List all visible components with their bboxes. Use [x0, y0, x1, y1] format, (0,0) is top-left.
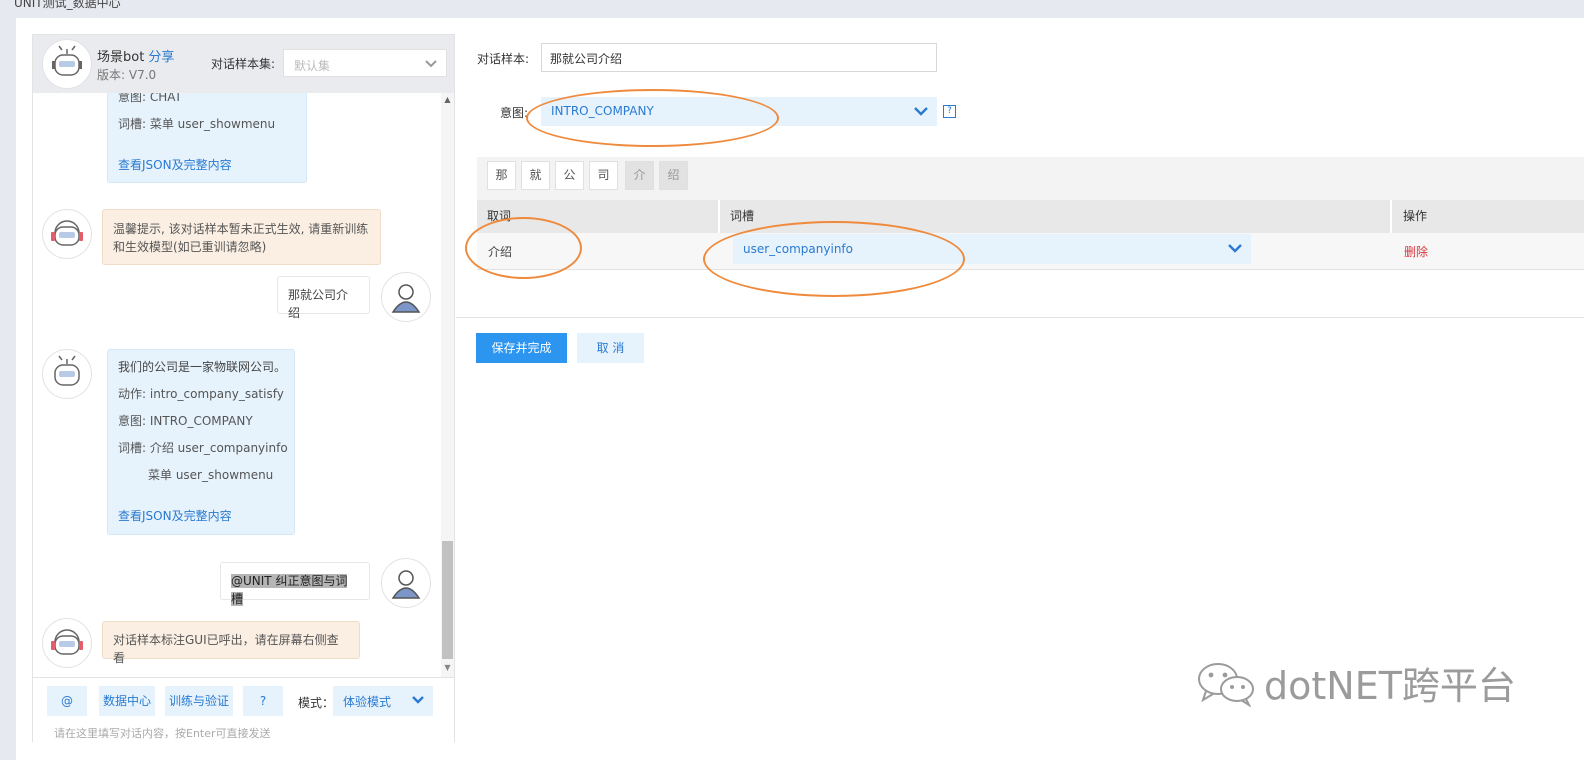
view-json-link[interactable]: 查看JSON及完整内容	[118, 503, 284, 530]
system-tip: 对话样本标注GUI已呼出，请在屏幕右侧查看	[102, 621, 360, 665]
char-selector: 那 就 公 司 介 绍	[477, 157, 1584, 200]
data-center-button[interactable]: 数据中心	[99, 686, 155, 716]
train-validate-button[interactable]: 训练与验证	[165, 686, 233, 716]
char-token-selected[interactable]: 绍	[659, 161, 688, 190]
sample-set-select[interactable]: 默认集	[283, 49, 447, 77]
table-row: 介绍 user_companyinfo 删除	[477, 233, 1584, 270]
bot-avatar	[42, 349, 92, 399]
user-message: 那就公司介绍	[277, 276, 370, 320]
bot-avatar	[42, 39, 92, 89]
char-token[interactable]: 就	[521, 161, 550, 190]
tip-line: 和生效模型(如已重训请忽略)	[113, 240, 267, 254]
char-token[interactable]: 司	[589, 161, 618, 190]
chevron-down-icon	[412, 696, 424, 704]
intent-line: 意图: INTRO_COMPANY	[118, 414, 253, 428]
watermark-text: dotNET跨平台	[1264, 664, 1516, 708]
bot-message: 我们的公司是一家物联网公司。 动作: intro_company_satisfy…	[107, 349, 295, 535]
annotation-oval	[465, 217, 582, 279]
divider	[456, 317, 1584, 318]
sample-input[interactable]: 那就公司介绍	[541, 43, 937, 72]
sample-label: 对话样本:	[477, 52, 530, 66]
user-message: @UNIT 纠正意图与词槽	[220, 562, 370, 606]
user-icon	[391, 570, 421, 599]
delete-link[interactable]: 删除	[1404, 243, 1428, 260]
bot-name: 场景bot 分享	[97, 50, 175, 65]
reply-line: 我们的公司是一家物联网公司。	[118, 360, 287, 374]
annotation-panel: 对话样本: 那就公司介绍 意图: INTRO_COMPANY ? 那 就 公 司…	[456, 18, 1584, 760]
chat-footer: @ 数据中心 训练与验证 ? 模式： 体验模式 请在这里填写对话内容，按Ente…	[33, 677, 454, 743]
slot-line: 词槽: 菜单 user_showmenu	[118, 117, 276, 131]
system-tip: 温馨提示, 该对话样本暂未正式生效, 请重新训练 和生效模型(如已重训请忽略)	[102, 209, 381, 265]
share-link[interactable]: 分享	[148, 50, 174, 65]
user-avatar	[381, 272, 431, 322]
scroll-down-icon[interactable]: ▼	[443, 663, 452, 673]
action-line: 动作: intro_company_satisfy	[118, 387, 284, 401]
robot-icon	[51, 629, 83, 655]
mode-label: 模式：	[298, 696, 335, 710]
at-button[interactable]: @	[47, 686, 87, 716]
chat-header: 场景bot 分享 版本: V7.0 对话样本集: 默认集	[33, 35, 454, 93]
robot-icon	[51, 220, 83, 246]
sample-set-label: 对话样本集:	[211, 57, 276, 71]
bot-version: 版本: V7.0	[97, 68, 157, 82]
intent-label: 意图:	[500, 106, 529, 120]
window-title: UNIT测试_数据中心	[14, 0, 121, 10]
help-button[interactable]: ?	[243, 686, 283, 716]
cancel-button[interactable]: 取 消	[577, 333, 644, 363]
save-complete-button[interactable]: 保存并完成	[476, 333, 567, 363]
slot-line: 菜单 user_showmenu	[148, 468, 274, 482]
chevron-down-icon	[425, 60, 437, 68]
mode-select[interactable]: 体验模式	[333, 686, 433, 716]
chat-panel: 场景bot 分享 版本: V7.0 对话样本集: 默认集 意图: CHAT 词槽:…	[32, 34, 455, 743]
intent-line: 意图: CHAT	[118, 93, 182, 104]
user-icon	[391, 284, 421, 313]
wechat-icon	[1198, 662, 1254, 707]
slot-line: 词槽: 介绍 user_companyinfo	[118, 441, 288, 455]
col-action: 操作	[1403, 209, 1428, 223]
char-token[interactable]: 公	[555, 161, 584, 190]
bot-avatar	[42, 618, 92, 668]
char-token[interactable]: 那	[487, 161, 516, 190]
annotation-oval	[526, 89, 779, 147]
help-icon[interactable]: ?	[943, 105, 956, 118]
user-avatar	[381, 558, 431, 608]
scroll-thumb[interactable]	[442, 541, 453, 659]
chevron-down-icon	[1228, 244, 1242, 253]
watermark: dotNET跨平台	[1196, 655, 1516, 710]
robot-icon	[54, 355, 80, 386]
scroll-up-icon[interactable]: ▲	[443, 95, 452, 105]
view-json-link[interactable]: 查看JSON及完整内容	[118, 152, 296, 179]
chevron-down-icon	[914, 107, 928, 116]
slot-table-header: 取词 词槽 操作	[477, 200, 1584, 233]
bot-message: 意图: CHAT 词槽: 菜单 user_showmenu 查看JSON及完整内…	[107, 93, 307, 183]
tip-line: 温馨提示, 该对话样本暂未正式生效, 请重新训练	[113, 222, 369, 236]
chat-input[interactable]: 请在这里填写对话内容，按Enter可直接发送	[54, 725, 271, 741]
char-token-selected[interactable]: 介	[625, 161, 654, 190]
chat-history: 意图: CHAT 词槽: 菜单 user_showmenu 查看JSON及完整内…	[33, 93, 454, 677]
annotation-oval	[703, 221, 965, 297]
robot-icon	[52, 45, 82, 76]
bot-avatar	[42, 209, 92, 259]
